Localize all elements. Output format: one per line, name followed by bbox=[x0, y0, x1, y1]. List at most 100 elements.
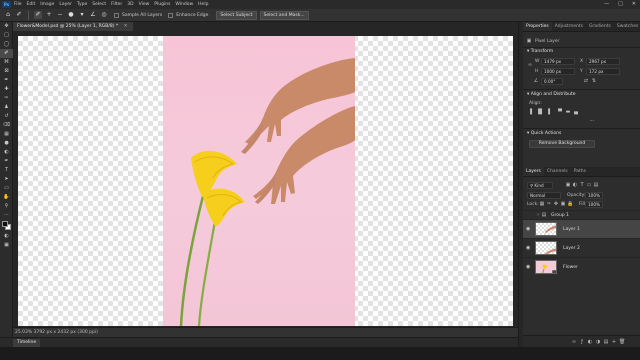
lock-artboard-icon[interactable]: ▣ bbox=[560, 201, 566, 207]
menu-layer[interactable]: Layer bbox=[59, 2, 72, 7]
gradient-tool-icon[interactable]: ▦ bbox=[0, 130, 13, 139]
sample-all-layers-checkbox[interactable] bbox=[114, 12, 119, 18]
eye-icon[interactable]: ◉ bbox=[526, 246, 531, 251]
screen-mode-icon[interactable]: ▣ bbox=[0, 241, 13, 250]
close-icon[interactable]: ✕ bbox=[632, 1, 636, 7]
frame-tool-icon[interactable]: ⊠ bbox=[0, 67, 13, 76]
filter-adjustment-icon[interactable]: ◐ bbox=[572, 182, 578, 188]
transform-section-title[interactable]: ▾ Transform bbox=[523, 49, 553, 54]
maximize-icon[interactable]: □ bbox=[618, 1, 623, 7]
align-left-icon[interactable]: ▌ bbox=[529, 109, 535, 115]
quick-selection-tool-icon[interactable]: ✐ bbox=[15, 11, 23, 19]
quick-actions-section-title[interactable]: ▾ Quick Actions bbox=[523, 131, 561, 136]
select-subject-button[interactable]: Select Subject bbox=[216, 10, 257, 20]
angle-field[interactable]: 0.00° bbox=[541, 78, 563, 85]
filter-pixel-icon[interactable]: ▣ bbox=[565, 182, 571, 188]
fx-icon[interactable]: ƒ bbox=[579, 339, 585, 345]
align-top-icon[interactable]: ▀ bbox=[557, 109, 563, 115]
minimize-icon[interactable]: — bbox=[604, 1, 609, 7]
align-bottom-icon[interactable]: ▄ bbox=[573, 109, 579, 115]
link-icon[interactable]: ∞ bbox=[527, 62, 533, 68]
home-icon[interactable]: ⌂ bbox=[4, 11, 12, 19]
timeline-tab[interactable]: Timeline bbox=[13, 339, 41, 347]
align-center-icon[interactable]: █ bbox=[537, 109, 543, 115]
align-right-icon[interactable]: ▐ bbox=[545, 109, 551, 115]
close-tab-icon[interactable]: ✕ bbox=[124, 24, 128, 29]
menu-filter[interactable]: Filter bbox=[111, 2, 122, 7]
link-layers-icon[interactable]: ∞ bbox=[571, 339, 577, 345]
lock-transparent-icon[interactable]: ▦ bbox=[539, 201, 545, 207]
eraser-tool-icon[interactable]: ⌫ bbox=[0, 121, 13, 130]
quick-selection-tool-icon[interactable]: ✐ bbox=[0, 49, 13, 58]
history-brush-tool-icon[interactable]: ↺ bbox=[0, 112, 13, 121]
new-selection-icon[interactable]: ✐ bbox=[34, 11, 42, 19]
pressure-icon[interactable]: ◎ bbox=[100, 11, 108, 19]
menu-view[interactable]: View bbox=[139, 2, 150, 7]
align-middle-icon[interactable]: ▬ bbox=[565, 109, 571, 115]
type-tool-icon[interactable]: T bbox=[0, 166, 13, 175]
layer-row-layer-2[interactable]: ◉ Layer 2 bbox=[523, 238, 640, 257]
layer-row-layer-1[interactable]: ◉ Layer 1 bbox=[523, 219, 640, 238]
lock-position-icon[interactable]: ✥ bbox=[553, 201, 559, 207]
tab-layers[interactable]: Layers bbox=[523, 167, 544, 176]
hand-tool-icon[interactable]: ✋ bbox=[0, 193, 13, 202]
blur-tool-icon[interactable]: ● bbox=[0, 139, 13, 148]
flip-vertical-icon[interactable]: ⇅ bbox=[591, 78, 597, 84]
foreground-color-swatch[interactable] bbox=[2, 221, 8, 227]
lock-image-icon[interactable]: ✑ bbox=[546, 201, 552, 207]
filter-smart-object-icon[interactable]: ▤ bbox=[593, 182, 599, 188]
layer-row-group-1[interactable]: › ▤ Group 1 bbox=[523, 210, 640, 219]
eyedropper-tool-icon[interactable]: ✒ bbox=[0, 76, 13, 85]
path-selection-tool-icon[interactable]: ➤ bbox=[0, 175, 13, 184]
brush-size-icon[interactable]: ● bbox=[67, 11, 75, 19]
opacity-field[interactable]: 100% bbox=[585, 192, 603, 199]
tab-properties[interactable]: Properties bbox=[523, 22, 552, 31]
more-tools-icon[interactable]: ⋯ bbox=[0, 211, 13, 220]
document-canvas[interactable] bbox=[18, 36, 513, 326]
menu-file[interactable]: File bbox=[14, 2, 22, 7]
tab-adjustments[interactable]: Adjustments bbox=[552, 22, 586, 31]
width-field[interactable]: 1479 px bbox=[541, 58, 575, 65]
select-and-mask-button[interactable]: Select and Mask... bbox=[259, 10, 309, 20]
lasso-tool-icon[interactable]: ◯ bbox=[0, 40, 13, 49]
healing-brush-tool-icon[interactable]: ✚ bbox=[0, 85, 13, 94]
add-to-selection-icon[interactable]: + bbox=[45, 11, 53, 19]
filter-type-icon[interactable]: T bbox=[579, 182, 585, 188]
angle-icon[interactable]: ∠ bbox=[89, 11, 97, 19]
add-mask-icon[interactable]: ◐ bbox=[587, 339, 593, 345]
marquee-tool-icon[interactable]: □ bbox=[0, 31, 13, 40]
menu-plugins[interactable]: Plugins bbox=[154, 2, 170, 7]
blend-mode-select[interactable]: Normal bbox=[527, 192, 561, 199]
eye-icon[interactable]: ◉ bbox=[526, 227, 531, 232]
crop-tool-icon[interactable]: ⌘ bbox=[0, 58, 13, 67]
remove-background-button[interactable]: Remove Background bbox=[529, 140, 595, 148]
subtract-from-selection-icon[interactable]: − bbox=[56, 11, 64, 19]
canvas-area[interactable] bbox=[13, 31, 518, 327]
zoom-tool-icon[interactable]: ⚲ bbox=[0, 202, 13, 211]
tab-channels[interactable]: Channels bbox=[544, 167, 571, 176]
dodge-tool-icon[interactable]: ◐ bbox=[0, 148, 13, 157]
layer-row-flower[interactable]: ◉ Flower bbox=[523, 257, 640, 276]
tab-swatches[interactable]: Swatches bbox=[614, 22, 640, 31]
tab-paths[interactable]: Paths bbox=[571, 167, 589, 176]
pen-tool-icon[interactable]: ✒ bbox=[0, 157, 13, 166]
eye-icon[interactable]: ◉ bbox=[526, 265, 531, 270]
menu-window[interactable]: Window bbox=[175, 2, 193, 7]
menu-type[interactable]: Type bbox=[77, 2, 87, 7]
x-field[interactable]: 2967 px bbox=[586, 58, 620, 65]
filter-shape-icon[interactable]: ▭ bbox=[586, 182, 592, 188]
chevron-down-icon[interactable]: ▾ bbox=[78, 11, 86, 19]
more-options-icon[interactable]: ⋯ bbox=[589, 118, 595, 124]
tab-gradients[interactable]: Gradients bbox=[586, 22, 614, 31]
new-group-icon[interactable]: ▤ bbox=[603, 339, 609, 345]
lock-all-icon[interactable]: 🔒 bbox=[567, 201, 573, 207]
menu-3d[interactable]: 3D bbox=[127, 2, 133, 7]
move-tool-icon[interactable]: ✥ bbox=[0, 22, 13, 31]
menu-image[interactable]: Image bbox=[40, 2, 54, 7]
menu-edit[interactable]: Edit bbox=[27, 2, 36, 7]
menu-select[interactable]: Select bbox=[92, 2, 106, 7]
document-tab[interactable]: Flower&Model.psd @ 25% (Layer 1, RGB/8) … bbox=[13, 22, 134, 31]
fill-field[interactable]: 100% bbox=[585, 201, 603, 208]
align-section-title[interactable]: ▾ Align and Distribute bbox=[523, 92, 575, 97]
new-layer-icon[interactable]: + bbox=[611, 339, 617, 345]
